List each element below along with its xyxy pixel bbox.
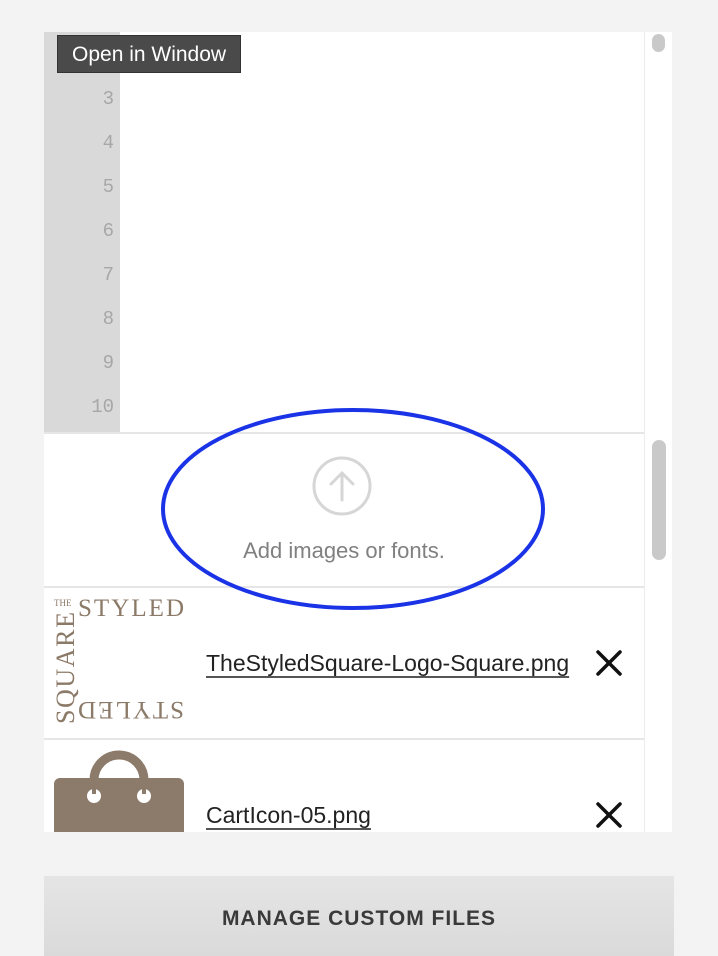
shopping-bag-icon [54, 750, 184, 832]
file-row: THE STYLED SQUARE STYLED TheStyledSquare… [44, 586, 644, 738]
code-editor[interactable]: 3 4 5 6 7 8 9 10 [44, 32, 644, 432]
line-number: 9 [102, 352, 114, 374]
line-number: 5 [102, 176, 114, 198]
manage-custom-files-button[interactable]: MANAGE CUSTOM FILES [44, 876, 674, 956]
line-number: 10 [91, 396, 114, 418]
logo-text-square: SQUARE [54, 612, 80, 724]
logo-thumbnail: THE STYLED SQUARE STYLED [54, 596, 184, 726]
logo-text-styled: STYLED [78, 596, 184, 622]
logo-text-styled-mirrored: STYLED [78, 696, 184, 723]
line-number-gutter: 3 4 5 6 7 8 9 10 [44, 32, 120, 432]
upload-label: Add images or fonts. [243, 538, 445, 563]
line-number: 8 [102, 308, 114, 330]
manage-custom-files-label: MANAGE CUSTOM FILES [221, 907, 497, 930]
line-number: 3 [102, 88, 114, 110]
line-number: 7 [102, 264, 114, 286]
cart-thumbnail [54, 748, 184, 832]
upload-dropzone[interactable]: Add images or fonts. [44, 434, 644, 586]
upload-arrow-icon [312, 456, 372, 516]
remove-file-close-icon[interactable] [594, 648, 624, 678]
file-name-link[interactable]: TheStyledSquare-Logo-Square.png [206, 650, 569, 677]
editor-scrollbar[interactable] [644, 32, 672, 432]
files-scrollbar[interactable] [644, 432, 672, 832]
custom-files-list: Add images or fonts. THE STYLED SQUARE S… [44, 432, 644, 832]
css-editor-panel: 3 4 5 6 7 8 9 10 Add images or fonts. TH… [44, 32, 672, 832]
line-number: 4 [102, 132, 114, 154]
logo-text-the: THE [54, 598, 72, 608]
line-number: 6 [102, 220, 114, 242]
file-name-link[interactable]: CartIcon-05.png [206, 802, 371, 829]
remove-file-close-icon[interactable] [594, 800, 624, 830]
open-in-window-tooltip: Open in Window [57, 35, 242, 73]
file-row: CartIcon-05.png [44, 738, 644, 832]
editor-scrollbar-thumb[interactable] [652, 34, 665, 52]
files-scrollbar-thumb[interactable] [652, 440, 666, 560]
